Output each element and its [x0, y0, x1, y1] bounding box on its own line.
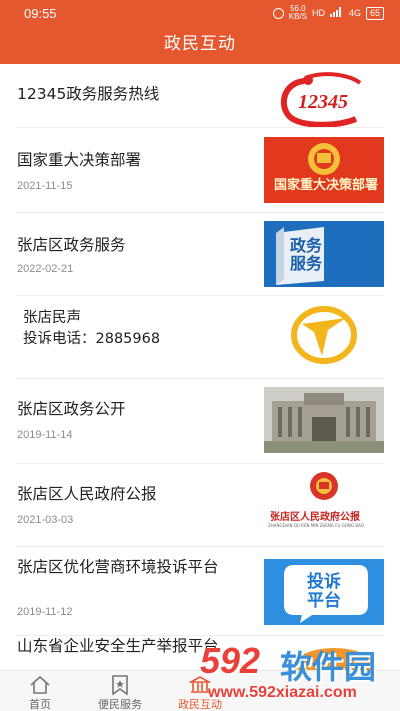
- gazette-title-text: 张店区人民政府公报: [270, 512, 360, 523]
- complaint-platform-text: 投诉平台: [307, 572, 341, 611]
- watermark-url: www.592xiazai.com: [208, 684, 357, 701]
- item-title: 张店区人民政府公报: [17, 485, 157, 503]
- watermark-brand: 软件园: [280, 648, 377, 686]
- status-bar: 09:55 56.0 KB/S HD 4G 65: [0, 0, 400, 26]
- signal-icon: [329, 7, 344, 19]
- item-title: 张店区政务公开: [17, 400, 126, 418]
- complaint-platform-thumbnail: 投诉平台: [264, 559, 384, 625]
- tab-label: 首页: [29, 698, 51, 711]
- site-watermark: 592 软件园 www.592xiazai.com: [196, 640, 400, 711]
- title-bar: 政民互动: [0, 26, 400, 64]
- item-title: 12345政务服务热线: [17, 85, 160, 103]
- list-item[interactable]: 张店区优化营商环境投诉平台 2019-11-12 投诉平台: [0, 547, 400, 636]
- watermark-number: 592: [200, 640, 261, 681]
- national-decisions-text: 国家重大决策部署: [274, 178, 379, 193]
- battery-icon: 65: [365, 6, 384, 20]
- bookmark-star-icon: [112, 675, 128, 695]
- item-title: 国家重大决策部署: [17, 151, 142, 169]
- status-time: 09:55: [24, 6, 57, 21]
- gazette-pinyin-text: ZHANGDIAN QU REN MIN ZHENG FU GONG BAO: [268, 523, 364, 528]
- zhangdian-voice-logo: [264, 302, 384, 368]
- page-title: 政民互动: [164, 34, 236, 54]
- network-speed: 56.0 KB/S: [289, 5, 307, 21]
- item-date: 2021-11-15: [17, 180, 73, 192]
- network-speed-unit: KB/S: [288, 12, 307, 21]
- complaint-phone: 投诉电话：2885968: [23, 331, 161, 347]
- item-date: 2019-11-14: [17, 429, 73, 441]
- list-item[interactable]: 12345政务服务热线 12345: [0, 64, 400, 133]
- signal-type: 4G: [348, 8, 361, 18]
- national-decisions-thumbnail: 国家重大决策部署: [264, 137, 384, 203]
- content-list[interactable]: 12345政务服务热线 12345 国家重大决策部署 2021-11-15 国家…: [0, 64, 400, 670]
- tab-home[interactable]: 首页: [0, 671, 80, 711]
- item-title: 张店区政务服务: [17, 236, 126, 254]
- list-item[interactable]: 张店民声 投诉电话：2885968: [0, 296, 400, 379]
- government-service-thumbnail: 政务服务: [264, 221, 384, 287]
- hd-indicator: HD: [311, 8, 325, 18]
- alarm-icon: [272, 7, 284, 19]
- item-title: 张店民声: [23, 310, 81, 326]
- item-date: 2022-02-21: [17, 263, 74, 275]
- hotline-12345-thumbnail: 12345: [264, 67, 384, 133]
- home-icon: [30, 675, 50, 694]
- list-item[interactable]: 张店区人民政府公报 2021-03-03 张店区人民政府公报 ZHANGDIAN…: [0, 464, 400, 547]
- list-item[interactable]: 张店区政务服务 2022-02-21 政务服务: [0, 213, 400, 296]
- gazette-thumbnail: 张店区人民政府公报 ZHANGDIAN QU REN MIN ZHENG FU …: [264, 468, 384, 534]
- tab-label: 便民服务: [98, 698, 142, 711]
- item-date: 2019-11-12: [17, 606, 73, 618]
- tab-services[interactable]: 便民服务: [80, 671, 160, 711]
- item-title: 张店区优化营商环境投诉平台: [17, 558, 219, 576]
- government-building-thumbnail: [264, 387, 384, 453]
- list-item[interactable]: 张店区政务公开 2019-11-14: [0, 379, 400, 464]
- hotline-number-text: 12345: [298, 91, 348, 113]
- item-date: 2021-03-03: [17, 514, 74, 526]
- status-indicators: 56.0 KB/S HD 4G 65: [272, 5, 384, 21]
- government-service-text: 政务服务: [290, 236, 323, 273]
- list-item[interactable]: 国家重大决策部署 2021-11-15 国家重大决策部署: [0, 128, 400, 213]
